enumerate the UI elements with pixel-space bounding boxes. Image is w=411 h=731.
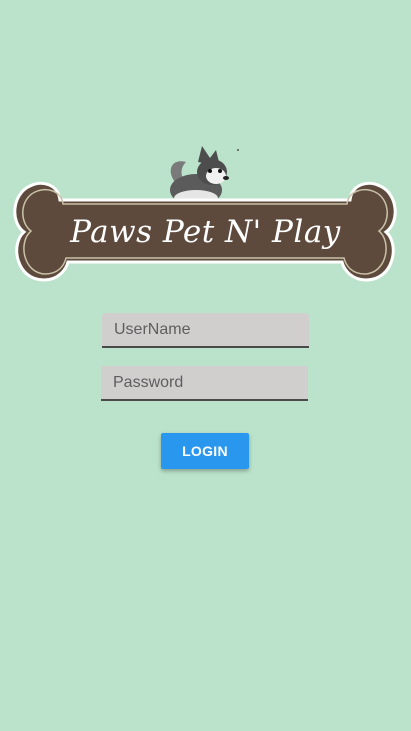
- password-input[interactable]: [101, 366, 308, 401]
- app-logo: Paws Pet N' Play: [0, 140, 411, 290]
- username-input[interactable]: [102, 313, 309, 348]
- login-button[interactable]: LOGIN: [161, 433, 249, 469]
- logo-title: Paws Pet N' Play: [70, 214, 341, 250]
